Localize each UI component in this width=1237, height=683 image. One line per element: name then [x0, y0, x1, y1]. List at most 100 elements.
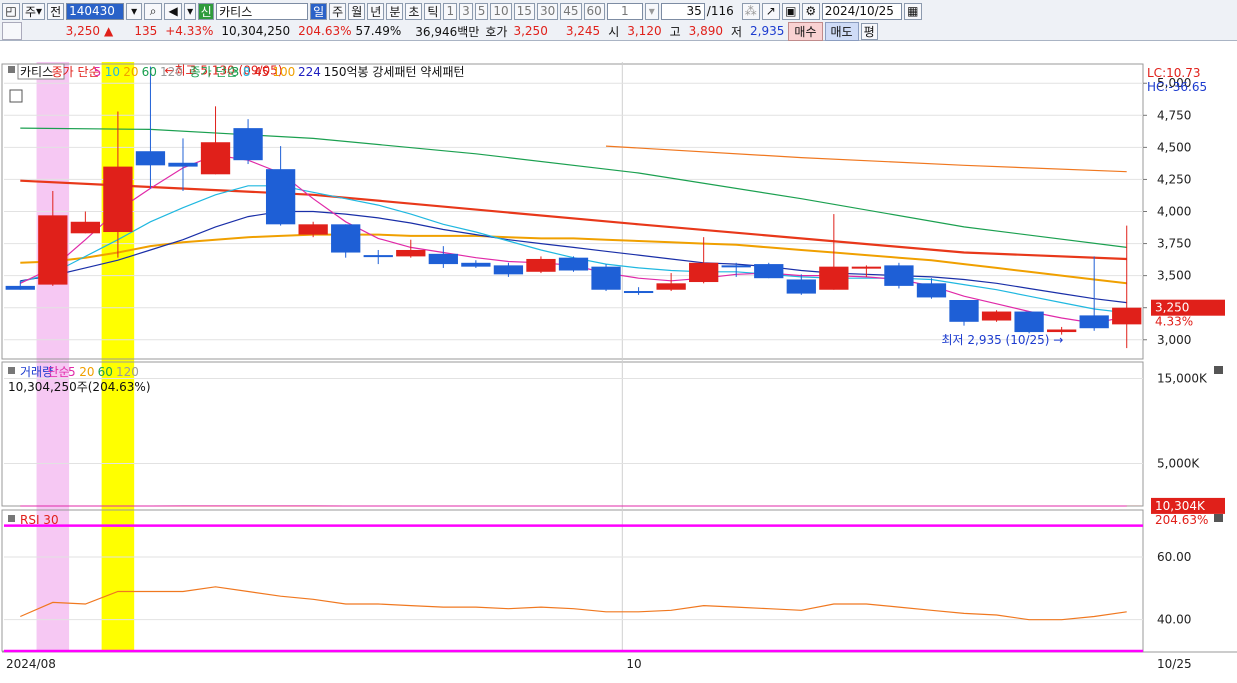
legend-ma-5: 5	[94, 65, 102, 79]
legend-stock-name: 카티스	[20, 65, 53, 79]
candle-body	[493, 265, 524, 275]
calendar-icon[interactable]: ▦	[903, 2, 922, 20]
trend-icon[interactable]: ↗	[761, 2, 780, 20]
bid-label: 호가	[485, 24, 508, 39]
search-icon[interactable]: ⌕	[144, 2, 163, 20]
code-input[interactable]: 140430	[66, 2, 125, 20]
prev-button[interactable]: 전	[47, 2, 65, 20]
highlight-magenta	[36, 62, 70, 652]
step-1[interactable]: 1	[443, 2, 458, 20]
low-annotation: 최저 2,935 (10/25) →	[941, 333, 1063, 347]
candle-body	[298, 224, 328, 235]
multiplier-dropdown[interactable]: ▾	[644, 2, 659, 20]
speaker-icon[interactable]: ◀	[164, 2, 183, 20]
legend-ma-120: 120	[160, 65, 183, 79]
tab-second[interactable]: 초	[405, 2, 423, 20]
step-10[interactable]: 10	[490, 2, 512, 20]
step-3[interactable]: 3	[459, 2, 473, 20]
candle-body	[70, 221, 101, 234]
volume-legend-marker	[8, 367, 15, 374]
compare-icon[interactable]: ⁂	[741, 2, 760, 20]
candle-body	[656, 283, 686, 290]
tab-year[interactable]: 년	[367, 2, 385, 20]
bid: 3,245	[565, 24, 601, 38]
candle-body	[558, 257, 589, 271]
turnover-ratio: 57.49%	[355, 24, 402, 38]
rsi-tick-label: 40.00	[1157, 613, 1191, 627]
sell-button[interactable]: 매도	[824, 21, 859, 41]
legend-ma2-224: 224	[298, 65, 321, 79]
legend-ma2-8: 8	[243, 65, 251, 79]
speaker-dropdown[interactable]: ▾	[184, 2, 197, 20]
buy-button[interactable]: 매수	[788, 21, 823, 41]
legend-ma-20: 20	[123, 65, 138, 79]
new-badge: 신	[198, 2, 215, 20]
candle-body	[786, 279, 816, 294]
gear-icon[interactable]: ⚙	[801, 2, 820, 20]
volume: 10,304,250	[221, 24, 291, 38]
rsi-pane-menu-icon	[1214, 514, 1223, 522]
quote-panel-icon	[2, 22, 22, 40]
price-tick-label: 4,750	[1157, 108, 1191, 122]
candle-body	[591, 266, 621, 290]
candle-body	[1112, 307, 1142, 325]
candle-body	[721, 265, 751, 268]
page-total: /116	[706, 4, 734, 18]
candle-body	[819, 266, 849, 290]
tab-minute[interactable]: 분	[386, 2, 404, 20]
tab-week[interactable]: 주	[329, 2, 347, 20]
volume-tick-label: 15,000K	[1157, 372, 1208, 386]
volume-legend-5: 5	[68, 365, 76, 379]
lc-label: LC:10.73	[1147, 66, 1200, 80]
candle-body	[396, 249, 426, 257]
step-5[interactable]: 5	[474, 2, 489, 20]
save-icon[interactable]: ▣	[781, 2, 800, 20]
tab-month[interactable]: 월	[348, 2, 366, 20]
legend-ma2-100: 100	[272, 65, 295, 79]
chevron-down-icon: ▾	[36, 4, 43, 18]
candle-body	[265, 169, 296, 225]
candle-body	[363, 255, 393, 258]
chart-background	[0, 62, 1237, 683]
candle-body	[1046, 329, 1077, 333]
legend-ma-label: 종가 단순	[52, 65, 100, 79]
candle-body	[1079, 315, 1109, 329]
volume-legend-ma-label: 단순	[48, 365, 70, 379]
open-label: 시	[608, 24, 620, 39]
step-30[interactable]: 30	[536, 2, 559, 20]
high: 3,890	[688, 24, 723, 38]
candle-body	[5, 285, 35, 290]
legend-extra: 150억봉 강세패턴 약세패턴	[324, 64, 465, 79]
period-type-label: 주	[25, 4, 37, 19]
tab-day[interactable]: 일	[310, 2, 328, 20]
candle-body	[851, 266, 882, 269]
volume-ratio: 204.63%	[298, 24, 352, 38]
price-tick-label: 3,000	[1157, 333, 1191, 347]
code-dropdown[interactable]: ▾	[126, 2, 143, 20]
volume-legend-60: 60	[98, 365, 113, 379]
window-icon[interactable]: ◰	[2, 2, 20, 20]
period-type-select[interactable]: 주 ▾	[22, 2, 46, 20]
grid-toggle-icon	[9, 89, 23, 103]
x-label-end: 10/25	[1157, 657, 1192, 671]
stock-name-field[interactable]: 카티스	[216, 2, 309, 20]
legend-ma-60: 60	[142, 65, 157, 79]
multiplier-input[interactable]: 1	[606, 2, 643, 20]
candle-body	[949, 300, 979, 322]
tab-tick[interactable]: 틱	[424, 2, 442, 20]
step-45[interactable]: 45	[560, 2, 582, 20]
step-15[interactable]: 15	[513, 2, 535, 20]
eval-button[interactable]: 평	[860, 22, 878, 40]
candle-body	[916, 283, 947, 298]
legend-marker	[8, 66, 15, 73]
price-tick-label: 3,750	[1157, 237, 1191, 251]
x-label-mid: 10	[626, 657, 641, 671]
date-input[interactable]: 2024/10/25	[821, 2, 902, 20]
volume-legend-20: 20	[79, 365, 94, 379]
last-price-pct: 4.33%	[1155, 315, 1193, 329]
page-count-input[interactable]: 35	[660, 2, 705, 20]
rsi-tick-label: 60.00	[1157, 550, 1191, 564]
candle-body	[38, 215, 68, 285]
price: 3,250	[65, 24, 100, 38]
step-60[interactable]: 60	[583, 2, 605, 20]
